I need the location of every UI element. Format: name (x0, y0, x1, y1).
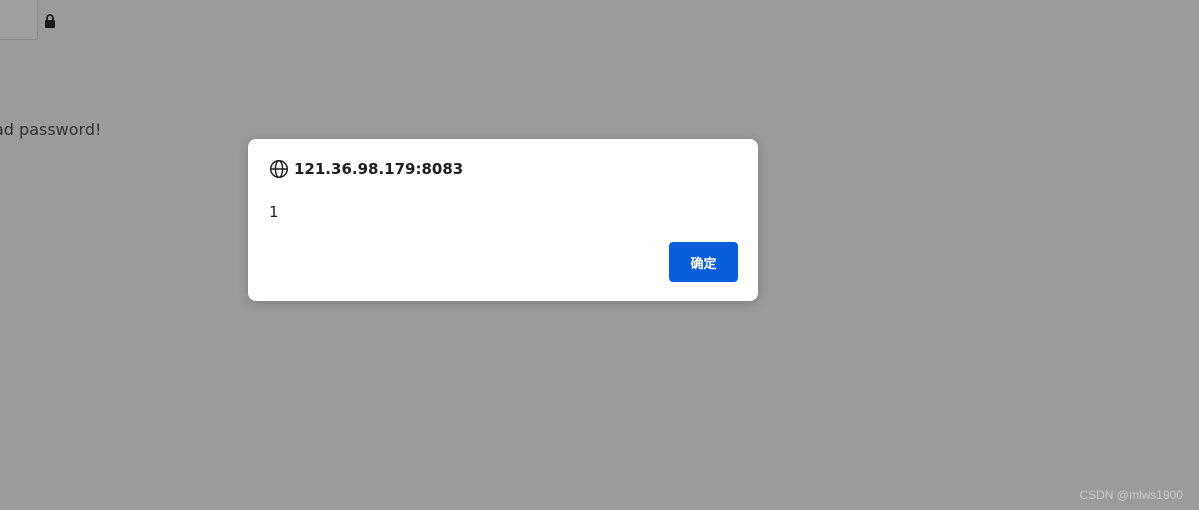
background-message: ad password! (0, 120, 102, 139)
ok-button[interactable]: 确定 (669, 242, 738, 282)
background-input-field (0, 0, 38, 40)
dialog-message: 1 (269, 203, 279, 221)
dialog-header: 121.36.98.179:8083 (269, 159, 463, 179)
watermark: CSDN @mlws1900 (1079, 488, 1183, 502)
alert-dialog: 121.36.98.179:8083 1 确定 (248, 139, 758, 301)
dialog-origin: 121.36.98.179:8083 (294, 160, 464, 178)
globe-icon (269, 159, 289, 179)
lock-icon (45, 14, 55, 28)
